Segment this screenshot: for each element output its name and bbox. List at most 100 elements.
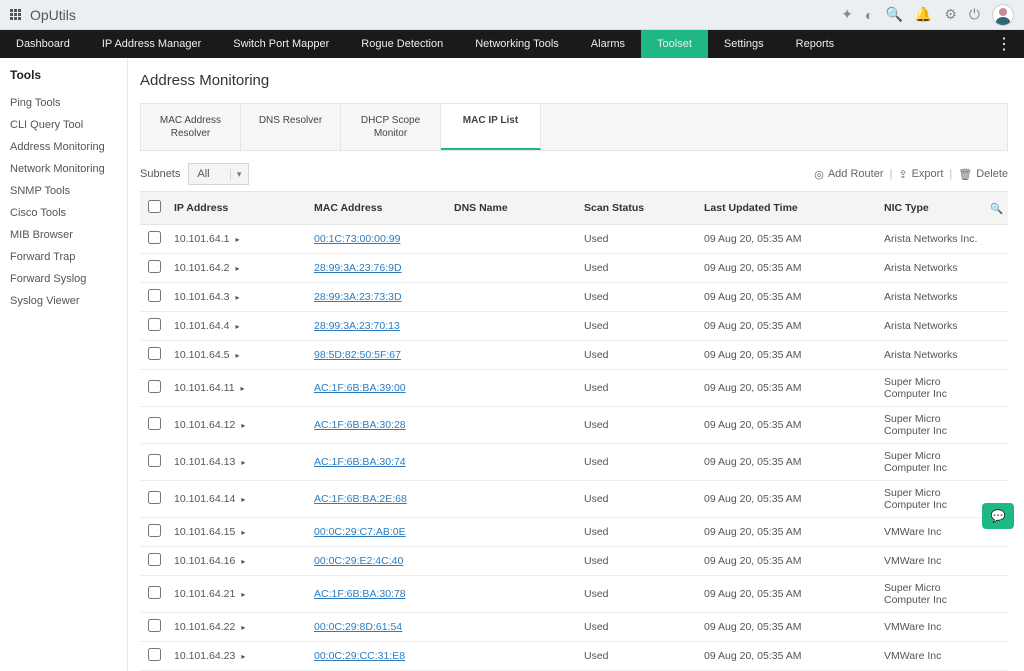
- cell-mac-link[interactable]: 98:5D:82:50:5F:67: [314, 349, 401, 361]
- cell-mac-link[interactable]: AC:1F:6B:BA:30:28: [314, 419, 406, 431]
- row-checkbox[interactable]: [148, 347, 161, 360]
- row-checkbox[interactable]: [148, 648, 161, 661]
- sidebar-item-forward-trap[interactable]: Forward Trap: [10, 246, 127, 268]
- expand-caret-icon[interactable]: ▸: [235, 351, 239, 360]
- cell-mac-link[interactable]: AC:1F:6B:BA:39:00: [314, 382, 406, 394]
- row-checkbox[interactable]: [148, 318, 161, 331]
- tab-mac-address-resolver[interactable]: MAC Address Resolver: [141, 104, 241, 150]
- nav-item-toolset[interactable]: Toolset: [641, 30, 708, 58]
- delete-button[interactable]: 🗑Delete: [958, 168, 1008, 181]
- expand-caret-icon[interactable]: ▸: [235, 322, 239, 331]
- nav-item-networking-tools[interactable]: Networking Tools: [459, 30, 575, 58]
- avatar[interactable]: [992, 4, 1014, 26]
- expand-caret-icon[interactable]: ▸: [241, 623, 245, 632]
- expand-caret-icon[interactable]: ▸: [241, 495, 245, 504]
- cell-mac-link[interactable]: 00:1C:73:00:00:99: [314, 233, 400, 245]
- col-status[interactable]: Scan Status: [578, 192, 698, 225]
- app-grid-icon[interactable]: [10, 9, 24, 20]
- col-ip[interactable]: IP Address: [168, 192, 308, 225]
- table-row: 10.101.64.1▸00:1C:73:00:00:99Used09 Aug …: [140, 225, 1008, 254]
- cell-mac-link[interactable]: 00:0C:29:E2:4C:40: [314, 555, 403, 567]
- row-checkbox[interactable]: [148, 619, 161, 632]
- col-nic[interactable]: NIC Type: [878, 192, 984, 225]
- row-checkbox[interactable]: [148, 380, 161, 393]
- add-router-button[interactable]: ◎Add Router: [814, 168, 883, 181]
- gear-icon[interactable]: ⚙: [944, 6, 957, 23]
- nav-item-settings[interactable]: Settings: [708, 30, 780, 58]
- headphones-icon[interactable]: ◐: [865, 7, 873, 23]
- nav-item-dashboard[interactable]: Dashboard: [0, 30, 86, 58]
- cell-mac-link[interactable]: AC:1F:6B:BA:30:78: [314, 588, 406, 600]
- chat-fab[interactable]: 💬: [982, 503, 1014, 529]
- bell-icon[interactable]: 🔔: [915, 6, 932, 23]
- tab-dns-resolver[interactable]: DNS Resolver: [241, 104, 341, 150]
- cell-mac-link[interactable]: 00:0C:29:CC:31:E8: [314, 650, 405, 662]
- nav-item-reports[interactable]: Reports: [780, 30, 851, 58]
- cell-mac-link[interactable]: 28:99:3A:23:73:3D: [314, 291, 402, 303]
- nav-item-alarms[interactable]: Alarms: [575, 30, 641, 58]
- row-checkbox[interactable]: [148, 586, 161, 599]
- table-row: 10.101.64.23▸00:0C:29:CC:31:E8Used09 Aug…: [140, 642, 1008, 671]
- tab-mac-ip-list[interactable]: MAC IP List: [441, 104, 541, 150]
- sidebar-item-network-monitoring[interactable]: Network Monitoring: [10, 158, 127, 180]
- sidebar-item-cisco-tools[interactable]: Cisco Tools: [10, 202, 127, 224]
- cell-time: 09 Aug 20, 05:35 AM: [698, 576, 878, 613]
- nav-item-switch-port-mapper[interactable]: Switch Port Mapper: [217, 30, 345, 58]
- export-button[interactable]: ⇪Export: [898, 168, 943, 181]
- expand-caret-icon[interactable]: ▸: [235, 293, 239, 302]
- sidebar-item-mib-browser[interactable]: MIB Browser: [10, 224, 127, 246]
- sidebar-item-syslog-viewer[interactable]: Syslog Viewer: [10, 290, 127, 312]
- search-icon[interactable]: 🔍: [885, 6, 902, 23]
- cell-mac-link[interactable]: AC:1F:6B:BA:2E:68: [314, 493, 407, 505]
- expand-caret-icon[interactable]: ▸: [241, 590, 245, 599]
- row-checkbox[interactable]: [148, 417, 161, 430]
- row-checkbox[interactable]: [148, 260, 161, 273]
- nav-item-ip-address-manager[interactable]: IP Address Manager: [86, 30, 217, 58]
- expand-caret-icon[interactable]: ▸: [241, 557, 245, 566]
- subnets-label: Subnets: [140, 168, 180, 180]
- top-bar: OpUtils ✦ ◐ 🔍 🔔 ⚙ ⏻: [0, 0, 1024, 30]
- cell-nic: VMWare Inc: [878, 613, 984, 642]
- expand-caret-icon[interactable]: ▸: [241, 384, 245, 393]
- row-checkbox[interactable]: [148, 524, 161, 537]
- row-checkbox[interactable]: [148, 289, 161, 302]
- row-checkbox[interactable]: [148, 491, 161, 504]
- tabs: MAC Address ResolverDNS ResolverDHCP Sco…: [140, 103, 1008, 151]
- table-row: 10.101.64.2▸28:99:3A:23:76:9DUsed09 Aug …: [140, 254, 1008, 283]
- nav-item-rogue-detection[interactable]: Rogue Detection: [345, 30, 459, 58]
- cell-mac-link[interactable]: 28:99:3A:23:76:9D: [314, 262, 402, 274]
- row-checkbox[interactable]: [148, 553, 161, 566]
- col-dns[interactable]: DNS Name: [448, 192, 578, 225]
- subnets-dropdown[interactable]: All ▾: [188, 163, 248, 185]
- expand-caret-icon[interactable]: ▸: [235, 235, 239, 244]
- row-checkbox[interactable]: [148, 231, 161, 244]
- tab-dhcp-scope-monitor[interactable]: DHCP Scope Monitor: [341, 104, 441, 150]
- toolbar: Subnets All ▾ ◎Add Router | ⇪Export | 🗑D…: [140, 163, 1008, 185]
- column-search-icon[interactable]: 🔍: [984, 192, 1008, 225]
- select-all-checkbox[interactable]: [148, 200, 161, 213]
- cell-mac-link[interactable]: 00:0C:29:C7:AB:0E: [314, 526, 406, 538]
- sidebar-item-cli-query-tool[interactable]: CLI Query Tool: [10, 114, 127, 136]
- sidebar-item-snmp-tools[interactable]: SNMP Tools: [10, 180, 127, 202]
- col-mac[interactable]: MAC Address: [308, 192, 448, 225]
- expand-caret-icon[interactable]: ▸: [241, 458, 245, 467]
- row-checkbox[interactable]: [148, 454, 161, 467]
- cell-time: 09 Aug 20, 05:35 AM: [698, 444, 878, 481]
- sidebar-item-ping-tools[interactable]: Ping Tools: [10, 92, 127, 114]
- table-row: 10.101.64.15▸00:0C:29:C7:AB:0EUsed09 Aug…: [140, 518, 1008, 547]
- cell-mac-link[interactable]: 28:99:3A:23:70:13: [314, 320, 400, 332]
- col-time[interactable]: Last Updated Time: [698, 192, 878, 225]
- expand-caret-icon[interactable]: ▸: [241, 528, 245, 537]
- cell-nic: VMWare Inc: [878, 547, 984, 576]
- rocket-icon[interactable]: ✦: [841, 6, 853, 23]
- cell-mac-link[interactable]: 00:0C:29:8D:61:54: [314, 621, 402, 633]
- power-icon[interactable]: ⏻: [969, 6, 980, 23]
- nav-more-icon[interactable]: ⋮: [988, 34, 1020, 54]
- expand-caret-icon[interactable]: ▸: [241, 652, 245, 661]
- sidebar-item-address-monitoring[interactable]: Address Monitoring: [10, 136, 127, 158]
- cell-mac-link[interactable]: AC:1F:6B:BA:30:74: [314, 456, 406, 468]
- expand-caret-icon[interactable]: ▸: [241, 421, 245, 430]
- cell-nic: Super Micro Computer Inc: [878, 576, 984, 613]
- expand-caret-icon[interactable]: ▸: [235, 264, 239, 273]
- sidebar-item-forward-syslog[interactable]: Forward Syslog: [10, 268, 127, 290]
